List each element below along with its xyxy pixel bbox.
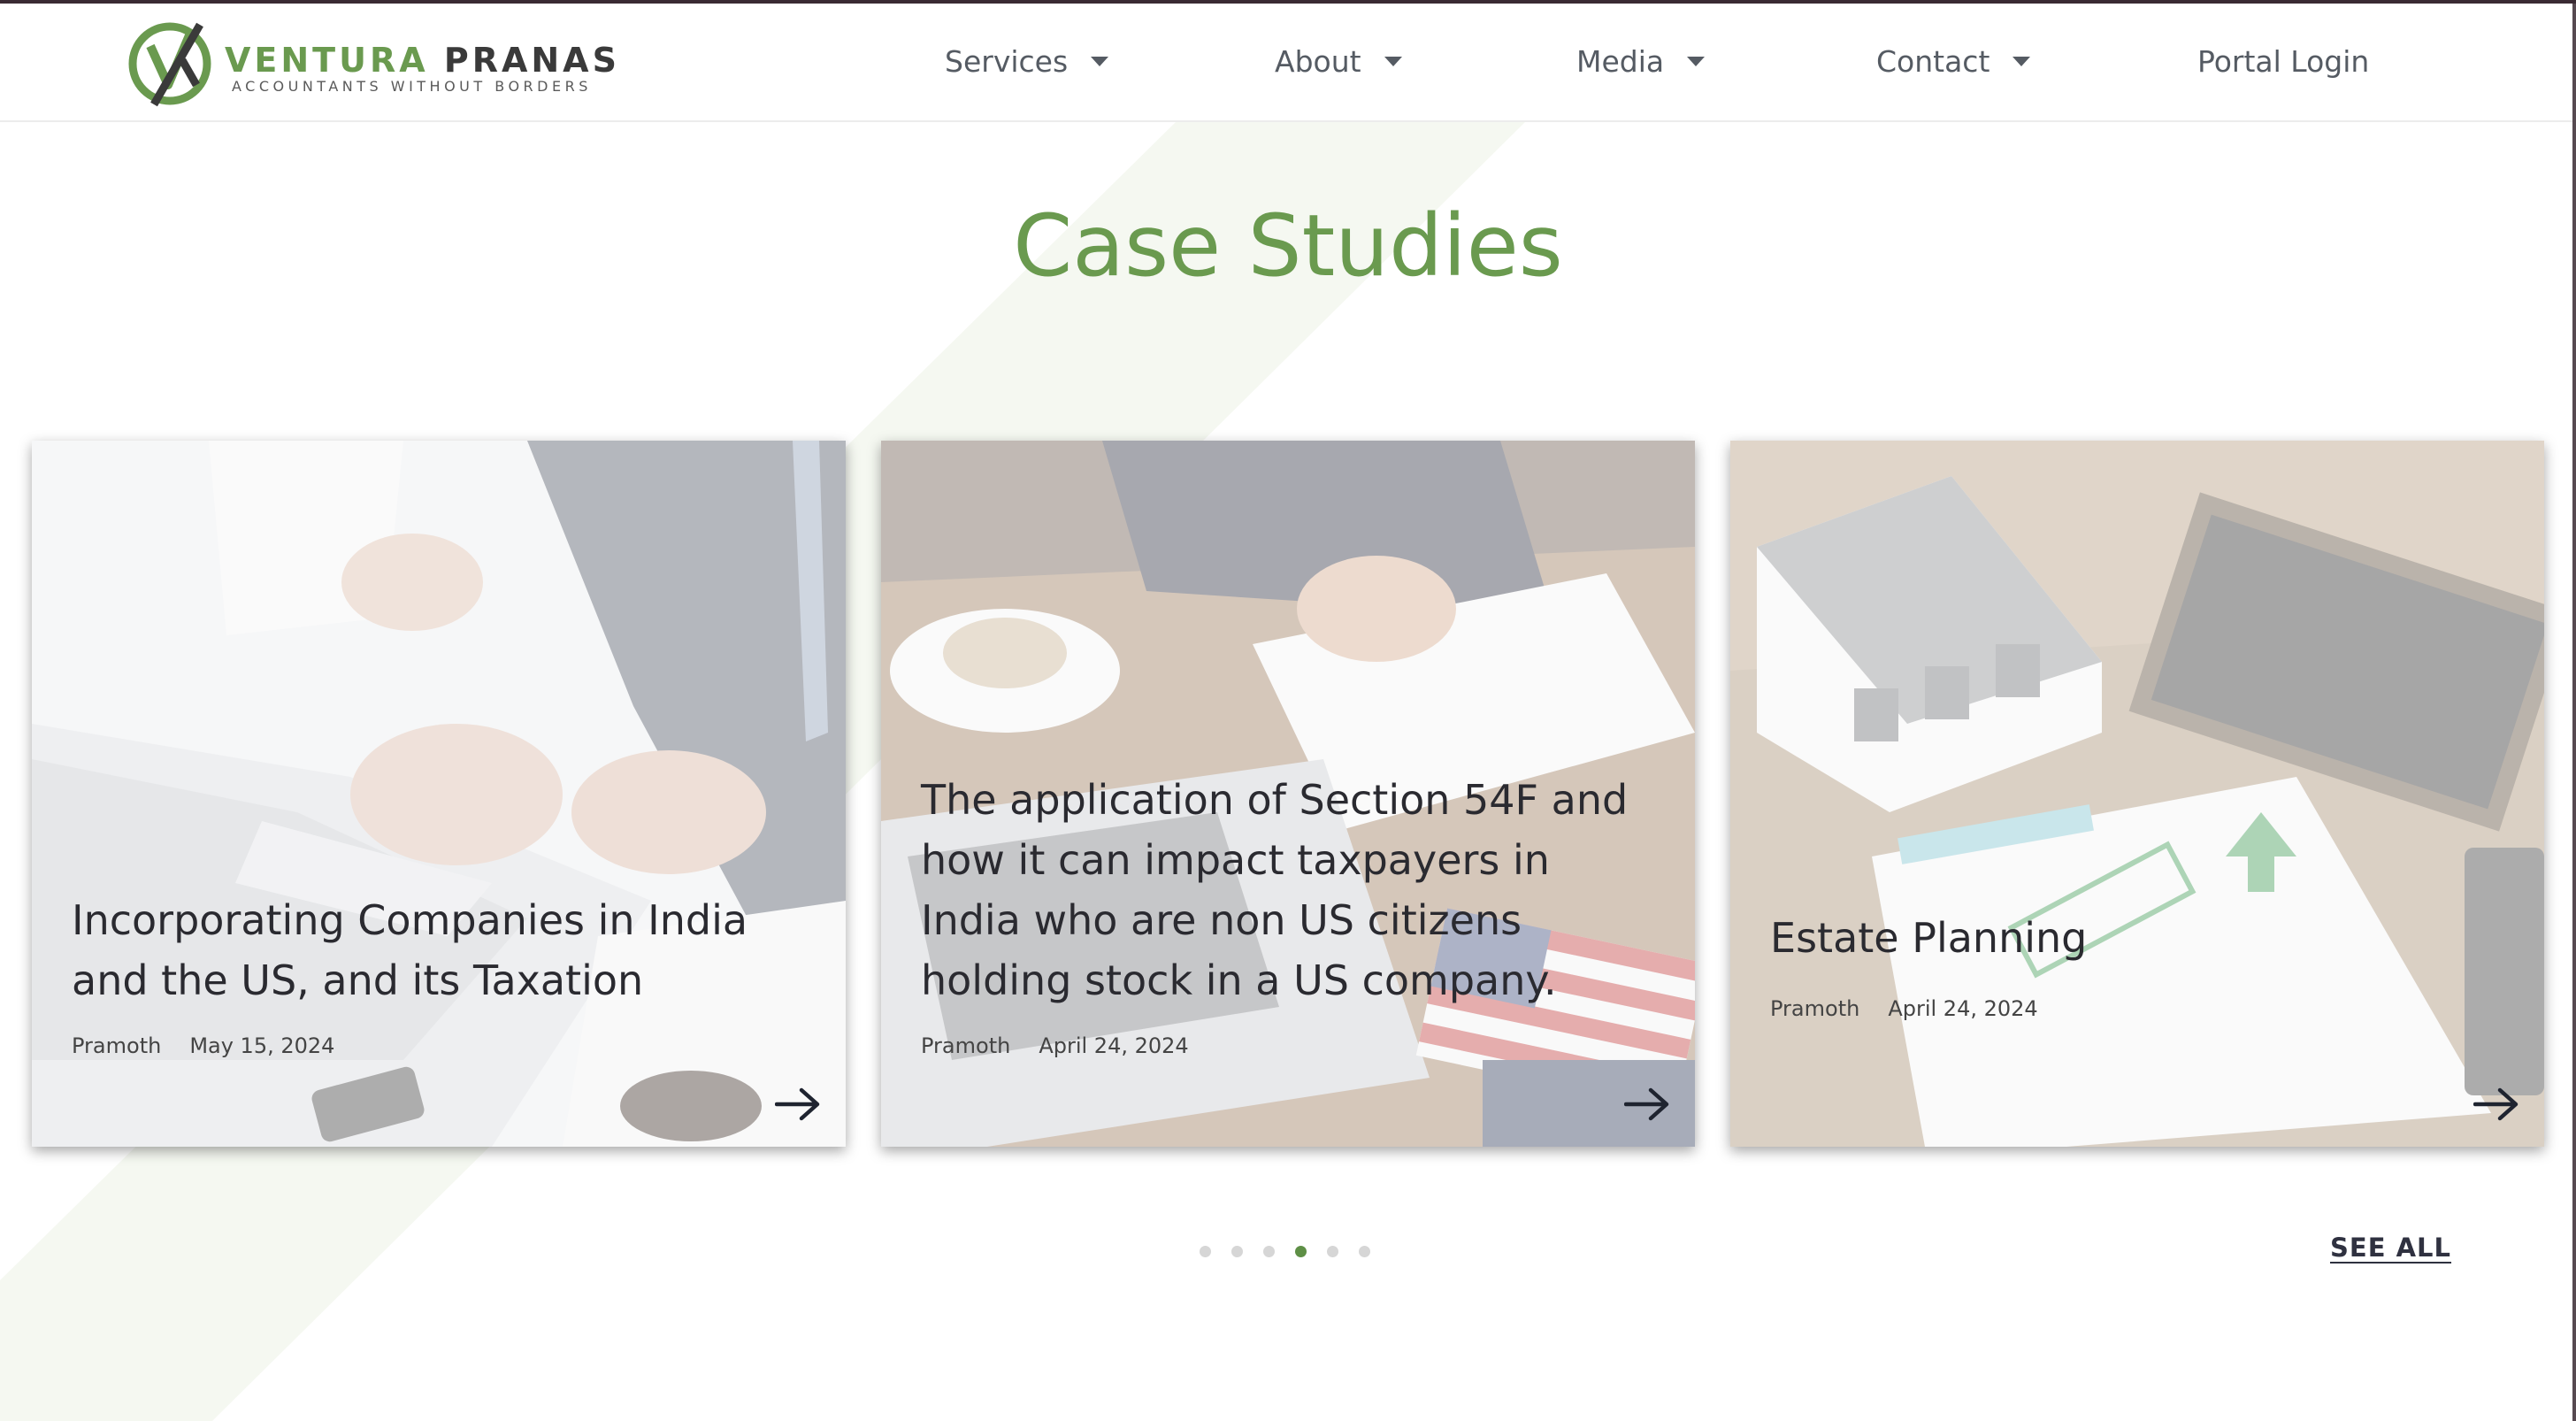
card-date: April 24, 2024 [1888,996,2038,1021]
site-header: VENTURA PRANAS ACCOUNTANTS WITHOUT BORDE… [0,4,2572,122]
caret-down-icon [2012,56,2031,66]
caret-down-icon [1687,56,1706,66]
card-date: May 15, 2024 [189,1033,335,1058]
case-study-card[interactable]: The application of Section 54F and how i… [881,441,1695,1147]
card-author: Pramoth [921,1033,1011,1058]
card-title: Incorporating Companies in India and the… [72,896,748,1004]
nav-item-label: Services [945,43,1069,79]
nav-item-label: About [1275,43,1361,79]
nav-item-label: Contact [1876,43,1990,79]
carousel-dot[interactable] [1295,1245,1307,1257]
nav-item-label: Media [1576,43,1665,79]
arrow-right-icon[interactable] [2473,1087,2519,1122]
arrow-right-icon[interactable] [775,1087,821,1122]
carousel-dot[interactable] [1263,1245,1275,1257]
brand-tagline: ACCOUNTANTS WITHOUT BORDERS [232,78,592,95]
caret-down-icon [1384,56,1402,66]
card-meta: Pramoth May 15, 2024 [72,1033,334,1058]
carousel-dot[interactable] [1359,1245,1370,1257]
carousel-pagination [1200,1242,1391,1260]
see-all-link[interactable]: SEE ALL [2330,1233,2451,1263]
carousel-dot[interactable] [1231,1245,1243,1257]
arrow-right-icon[interactable] [1624,1087,1670,1122]
carousel-dot[interactable] [1200,1245,1211,1257]
section-title: Case Studies [1013,196,1563,296]
card-meta: Pramoth April 24, 2024 [1770,996,2038,1021]
nav-item-portal-login[interactable]: Portal Login [2197,41,2369,81]
card-meta: Pramoth April 24, 2024 [921,1033,1189,1058]
brand-name-part2: PRANAS [443,41,620,80]
nav-item-about[interactable]: About [1275,41,1402,81]
card-title: Estate Planning [1770,914,2088,962]
nav-item-label: Portal Login [2197,43,2370,79]
card-author: Pramoth [72,1033,162,1058]
nav-item-services[interactable]: Services [945,41,1109,81]
brand-name-part1: VENTURA [225,41,429,80]
nav-item-media[interactable]: Media [1576,41,1706,81]
brand-name: VENTURA PRANAS [225,41,620,80]
nav-item-contact[interactable]: Contact [1876,41,2031,81]
card-author: Pramoth [1770,996,1860,1021]
caret-down-icon [1091,56,1109,66]
image-overlay [1730,441,2544,1147]
card-date: April 24, 2024 [1039,1033,1189,1058]
card-title: The application of Section 54F and how i… [921,776,1629,1004]
case-study-card[interactable]: Incorporating Companies in India and the… [32,441,846,1147]
carousel-dot[interactable] [1327,1245,1338,1257]
va-monogram-icon [128,22,211,107]
case-study-card[interactable]: Estate Planning Pramoth April 24, 2024 [1730,441,2544,1147]
site-logo[interactable]: VENTURA PRANAS ACCOUNTANTS WITHOUT BORDE… [127,19,617,108]
